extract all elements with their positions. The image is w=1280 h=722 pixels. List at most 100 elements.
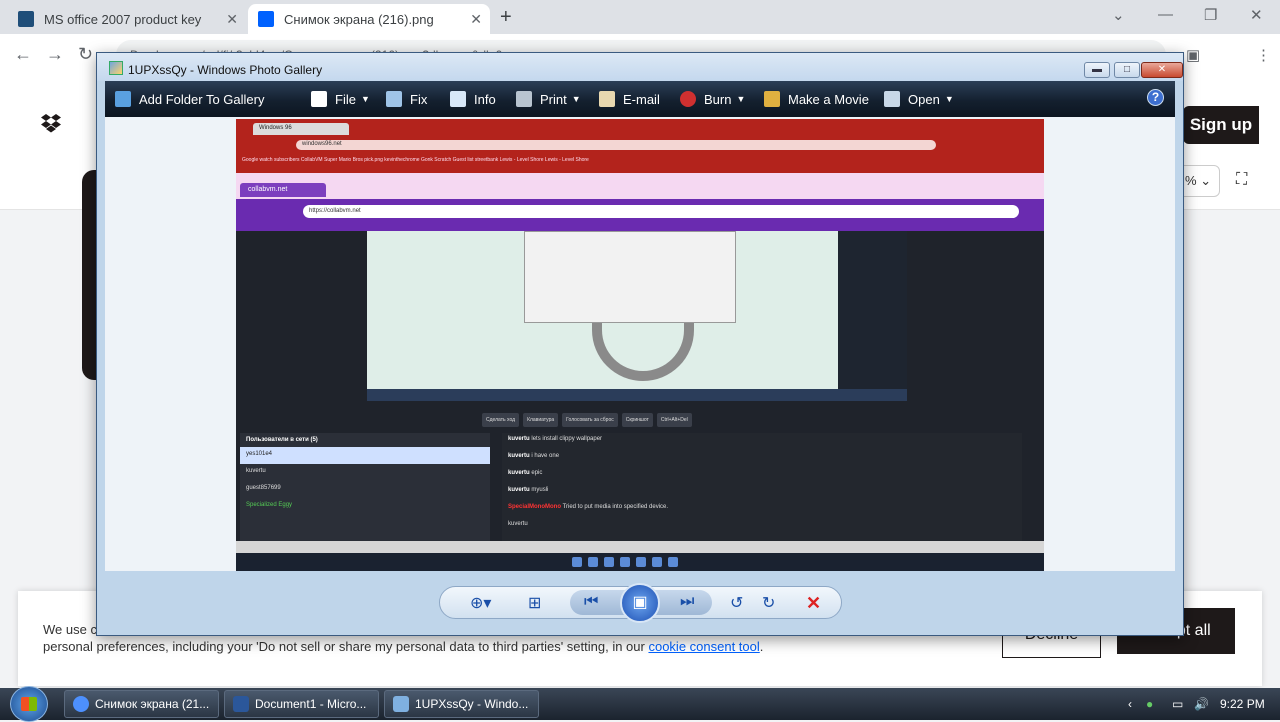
taskbar-label: Снимок экрана (21... [95, 697, 210, 711]
tab-office-key[interactable]: MS office 2007 product key ✕ [8, 4, 246, 34]
zoom-icon[interactable]: ⊕▾ [470, 593, 491, 613]
user-item: kuvertu [246, 468, 266, 474]
chat-text: Tried to put media into specified device… [562, 504, 669, 510]
taskbar-item-word[interactable]: Document1 - Micro... [224, 690, 379, 718]
sidebar-icon[interactable]: ▣ [1186, 46, 1200, 64]
menu-icon[interactable]: ⋮ [1256, 46, 1271, 64]
menu-label: Fix [410, 91, 428, 107]
menu-label: E-mail [623, 91, 660, 107]
menu-print[interactable]: Print ▼ [516, 91, 581, 107]
menu-fix[interactable]: Fix [386, 91, 427, 107]
tray-chevron-icon[interactable]: ‹ [1128, 697, 1132, 711]
fullscreen-icon[interactable]: ⛶ [1236, 171, 1247, 189]
users-panel: Пользователи в сети (5) yes101e4 kuvertu… [240, 433, 490, 541]
menu-add-folder[interactable]: Add Folder To Gallery [115, 91, 265, 107]
user-item: Specialized Eggy [246, 502, 293, 508]
menu-open[interactable]: Open ▼ [884, 91, 954, 107]
clock[interactable]: 9:22 PM [1220, 697, 1265, 711]
window-title: 1UPXssQy - Windows Photo Gallery [128, 63, 323, 77]
inner-url: windows96.net [296, 140, 936, 150]
photo-gallery-window: 1UPXssQy - Windows Photo Gallery ▬ □ ✕ A… [96, 52, 1184, 636]
dropbox-logo-icon[interactable] [40, 114, 62, 134]
tab-title: MS office 2007 product key [44, 11, 202, 27]
chat-message: kuvertu i have one [502, 450, 1022, 467]
slideshow-button[interactable]: ▣ [620, 583, 660, 623]
help-icon[interactable]: ? [1147, 89, 1164, 106]
gallery-navigation: ⊕▾ ⊞ ⏮ ▣ ⏭ ↺ ↻ ✕ [439, 583, 842, 623]
win11-taskbar-icons [572, 557, 678, 567]
cookie-text-line-2: personal preferences, including your 'Do… [43, 639, 645, 654]
vm-controls: Сделать ход Клавиатура Голосовать за сбр… [482, 413, 788, 427]
close-button[interactable]: ✕ [1141, 62, 1183, 78]
inner-bookmarks: Google watch subscribers CollabVM Super … [242, 157, 589, 163]
rotate-right-icon[interactable]: ↻ [762, 593, 775, 613]
previous-icon[interactable]: ⏮ [584, 593, 598, 611]
office-favicon-icon [18, 11, 34, 27]
restore-icon[interactable]: ❐ [1204, 6, 1217, 24]
close-window-icon[interactable]: ✕ [1250, 6, 1263, 24]
chat-message: kuvertu lets install clippy wallpaper [502, 433, 1022, 450]
caret-down-icon: ▼ [360, 94, 370, 104]
fix-icon [386, 91, 402, 107]
actual-size-icon[interactable]: ⊞ [528, 593, 541, 613]
chat-text: i have one [531, 453, 560, 459]
vm-control: Ctrl+Alt+Del [656, 413, 692, 427]
menu-file[interactable]: File ▼ [311, 91, 370, 107]
menu-make-movie[interactable]: Make a Movie [764, 91, 869, 107]
burn-disc-icon [680, 91, 696, 107]
file-icon [311, 91, 327, 107]
chat-user: kuvertu [508, 453, 530, 459]
minimize-icon[interactable]: — [1158, 6, 1173, 23]
display-icon[interactable]: ▭ [1172, 697, 1183, 711]
forward-icon[interactable]: → [46, 44, 64, 65]
close-tab-icon[interactable]: ✕ [226, 11, 238, 28]
zoom-select[interactable]: % ⌄ [1180, 165, 1220, 197]
minimize-button[interactable]: ▬ [1084, 62, 1110, 78]
maximize-button[interactable]: □ [1114, 62, 1140, 78]
delete-icon[interactable]: ✕ [806, 593, 821, 614]
chevron-down-icon: ⌄ [1200, 173, 1212, 188]
reload-icon[interactable]: ↻ [78, 44, 93, 65]
menu-label: Print [540, 91, 567, 107]
taskbar-label: 1UPXssQy - Windo... [415, 697, 529, 711]
print-icon [516, 91, 532, 107]
menu-info[interactable]: Info [450, 91, 496, 107]
user-item: guest857699 [246, 485, 281, 491]
next-icon[interactable]: ⏭ [680, 593, 694, 611]
tab-title: Снимок экрана (216).png [284, 11, 434, 27]
start-button[interactable] [10, 686, 48, 722]
gallery-titlebar[interactable]: 1UPXssQy - Windows Photo Gallery ▬ □ ✕ [97, 53, 1183, 81]
sign-up-button[interactable]: Sign up [1183, 106, 1259, 144]
displayed-screenshot: Windows 96 windows96.net Google watch su… [236, 119, 1044, 571]
tab-search-icon[interactable]: ⌄ [1112, 6, 1125, 24]
movie-icon [764, 91, 780, 107]
chat-text: lets install clippy wallpaper [531, 436, 603, 442]
vm-sidebar [838, 231, 907, 399]
cookie-consent-link[interactable]: cookie consent tool [648, 639, 759, 654]
caret-down-icon: ▼ [571, 94, 581, 104]
back-icon[interactable]: ← [14, 44, 32, 65]
vm-setup-dialog [524, 231, 736, 323]
network-icon[interactable]: ● [1146, 697, 1153, 711]
taskbar-label: Document1 - Micro... [255, 697, 367, 711]
gallery-menubar: Add Folder To Gallery File ▼ Fix Info Pri… [105, 81, 1175, 117]
taskbar-item-gallery[interactable]: 1UPXssQy - Windo... [384, 690, 539, 718]
taskbar-item-chrome[interactable]: Снимок экрана (21... [64, 690, 219, 718]
cookie-text-line-1: We use c [43, 622, 97, 637]
menu-email[interactable]: E-mail [599, 91, 660, 107]
vm-control: Голосовать за сброс [562, 413, 618, 427]
windows-taskbar: Снимок экрана (21... Document1 - Micro..… [0, 686, 1280, 722]
chat-text: epic [531, 470, 543, 476]
menu-burn[interactable]: Burn ▼ [680, 91, 745, 107]
users-header: Пользователи в сети (5) [246, 437, 318, 443]
menu-label: File [335, 91, 356, 107]
menu-label: Add Folder To Gallery [139, 91, 265, 107]
close-tab-icon[interactable]: ✕ [470, 11, 482, 28]
rotate-left-icon[interactable]: ↺ [730, 593, 743, 613]
dropbox-favicon-icon [258, 11, 274, 27]
new-tab-icon[interactable]: + [500, 6, 512, 29]
vm-control: Клавиатура [523, 413, 559, 427]
volume-icon[interactable]: 🔊 [1194, 697, 1209, 711]
tab-screenshot[interactable]: Снимок экрана (216).png ✕ [248, 4, 490, 34]
menu-label: Make a Movie [788, 91, 869, 107]
